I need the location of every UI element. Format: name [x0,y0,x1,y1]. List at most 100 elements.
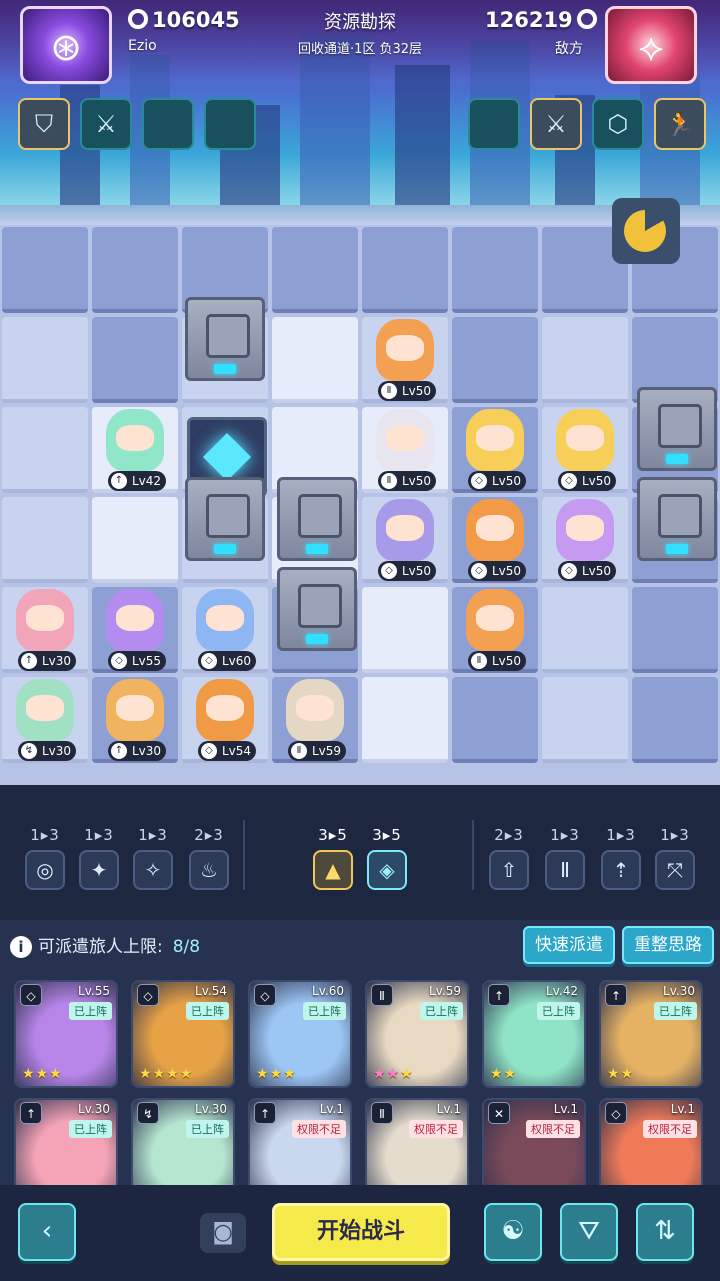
unit-face [386,335,424,361]
traveler-card[interactable]: ↑ Lv.30 已上阵 ★★ [599,980,703,1088]
unit-face [116,695,154,721]
enemy-slot-2[interactable]: ⚔ [530,98,582,150]
synergy-diamond[interactable]: 3▸5 ◈ [364,826,410,890]
board-unit[interactable]: Ⅱ Lv50 [452,587,538,673]
board-unit[interactable]: ↑ Lv30 [2,587,88,673]
player-slot-1[interactable]: ⛉ [18,98,70,150]
shuriken-icon: ✦ [79,850,119,890]
board-tile[interactable] [92,497,178,583]
reset-button[interactable]: 重整思路 [622,926,714,964]
unit-level-text: Lv60 [222,654,252,668]
board-unit[interactable]: ↑ Lv30 [92,677,178,763]
obstacle-block [277,477,357,561]
synergy-mountain[interactable]: 3▸5 ▲ [310,826,356,890]
unit-face [116,605,154,631]
board-tile[interactable] [632,587,718,673]
enemy-avatar[interactable]: ⟡ [605,6,697,84]
board-tile[interactable] [362,677,448,763]
synergy-gate[interactable]: 1▸3 Ⅱ [542,826,588,890]
class-icon: ↑ [20,1102,42,1124]
traveler-card[interactable]: ↑ Lv.42 已上阵 ★★ [482,980,586,1088]
unit-level: ◇ Lv55 [108,651,166,671]
deployed-badge: 已上阵 [186,1002,229,1020]
enemy-slot-3[interactable]: ⬡ [592,98,644,150]
card-level: Lv.1 [319,1102,344,1116]
unit-level-text: Lv54 [222,744,252,758]
sort-button[interactable]: ⇅ [636,1203,694,1261]
brain-button[interactable]: ☯ [484,1203,542,1261]
traveler-card[interactable]: Ⅱ Lv.59 已上阵 ★★★ [365,980,469,1088]
board-tile[interactable] [92,317,178,403]
traveler-card[interactable]: ◇ Lv.54 已上阵 ★★★★ [131,980,235,1088]
start-battle-button[interactable]: 开始战斗 [272,1203,450,1261]
synergy-crossbow[interactable]: 1▸3 ⤧ [652,826,698,890]
board-unit[interactable]: Ⅱ Lv50 [362,317,448,403]
board-tile[interactable] [452,677,538,763]
player-slot-3[interactable] [142,98,194,150]
camera-icon: ◙ [212,1220,234,1245]
player-slot-4[interactable] [204,98,256,150]
synergy-dagger[interactable]: 1▸3 ✧ [130,826,176,890]
unit-face [566,515,604,541]
board-tile[interactable] [2,227,88,313]
board-tile[interactable] [272,227,358,313]
board-unit[interactable]: ↑ Lv42 [92,407,178,493]
obstacle-block [637,477,717,561]
unit-face [206,605,244,631]
board-tile[interactable] [542,587,628,673]
board-unit[interactable]: ◇ Lv50 [362,497,448,583]
traveler-card[interactable]: ◇ Lv.60 已上阵 ★★★ [248,980,352,1088]
board-tile[interactable] [2,317,88,403]
board-tile[interactable] [2,497,88,583]
synergy-shuriken[interactable]: 1▸3 ✦ [76,826,122,890]
class-icon: ◇ [20,984,42,1006]
unit-face [476,425,514,451]
sword-icon: ⚔ [95,110,117,138]
camera-button[interactable]: ◙ [200,1213,246,1253]
class-icon: ◇ [605,1102,627,1124]
board-tile[interactable] [362,587,448,673]
arrow-up-icon: ⇧ [489,850,529,890]
player-slot-2[interactable]: ⚔ [80,98,132,150]
synergy-spear[interactable]: 1▸3 ⇡ [598,826,644,890]
board-tile[interactable] [2,407,88,493]
enemy-slot-1[interactable] [468,98,520,150]
board-unit[interactable]: ◇ Lv60 [182,587,268,673]
board-tile[interactable] [542,317,628,403]
board-tile[interactable] [452,317,538,403]
board-tile[interactable] [452,227,538,313]
synergy-swirl[interactable]: 1▸3 ◎ [22,826,68,890]
star-rating: ★★★★ [139,1066,194,1082]
board-unit[interactable]: ◇ Lv55 [92,587,178,673]
board-unit[interactable]: ↯ Lv30 [2,677,88,763]
board-unit[interactable]: ◇ Lv54 [182,677,268,763]
filter-button[interactable]: ⛛ [560,1203,618,1261]
synergy-count: 2▸3 [194,826,224,844]
board-unit[interactable]: Ⅱ Lv50 [362,407,448,493]
synergy-flame[interactable]: 2▸3 ♨ [186,826,232,890]
bottom-bar: ‹ ◙ 开始战斗 ☯ ⛛ ⇅ [0,1185,720,1281]
locked-badge: 权限不足 [292,1120,346,1138]
unit-level-text: Lv50 [402,384,432,398]
obstacle-block [637,387,717,471]
board-tile[interactable] [542,677,628,763]
synergy-arrow-up[interactable]: 2▸3 ⇧ [486,826,532,890]
traveler-card[interactable]: ◇ Lv.55 已上阵 ★★★ [14,980,118,1088]
board-unit[interactable]: ◇ Lv50 [542,497,628,583]
board-tile[interactable] [632,677,718,763]
board-unit[interactable]: ◇ Lv50 [542,407,628,493]
enemy-slot-4[interactable]: 🏃 [654,98,706,150]
pacman-icon[interactable] [612,198,680,264]
board-unit[interactable]: ◇ Lv50 [452,407,538,493]
board-unit[interactable]: Ⅱ Lv59 [272,677,358,763]
board-tile[interactable] [92,227,178,313]
back-button[interactable]: ‹ [18,1203,76,1261]
unit-level: ◇ Lv50 [558,561,616,581]
unit-level: Ⅱ Lv50 [378,471,436,491]
quick-deploy-button[interactable]: 快速派遣 [523,926,615,964]
deployed-badge: 已上阵 [303,1002,346,1020]
board-tile[interactable] [362,227,448,313]
board-unit[interactable]: ◇ Lv50 [452,497,538,583]
board-tile[interactable] [272,317,358,403]
info-icon[interactable]: i [10,936,32,958]
